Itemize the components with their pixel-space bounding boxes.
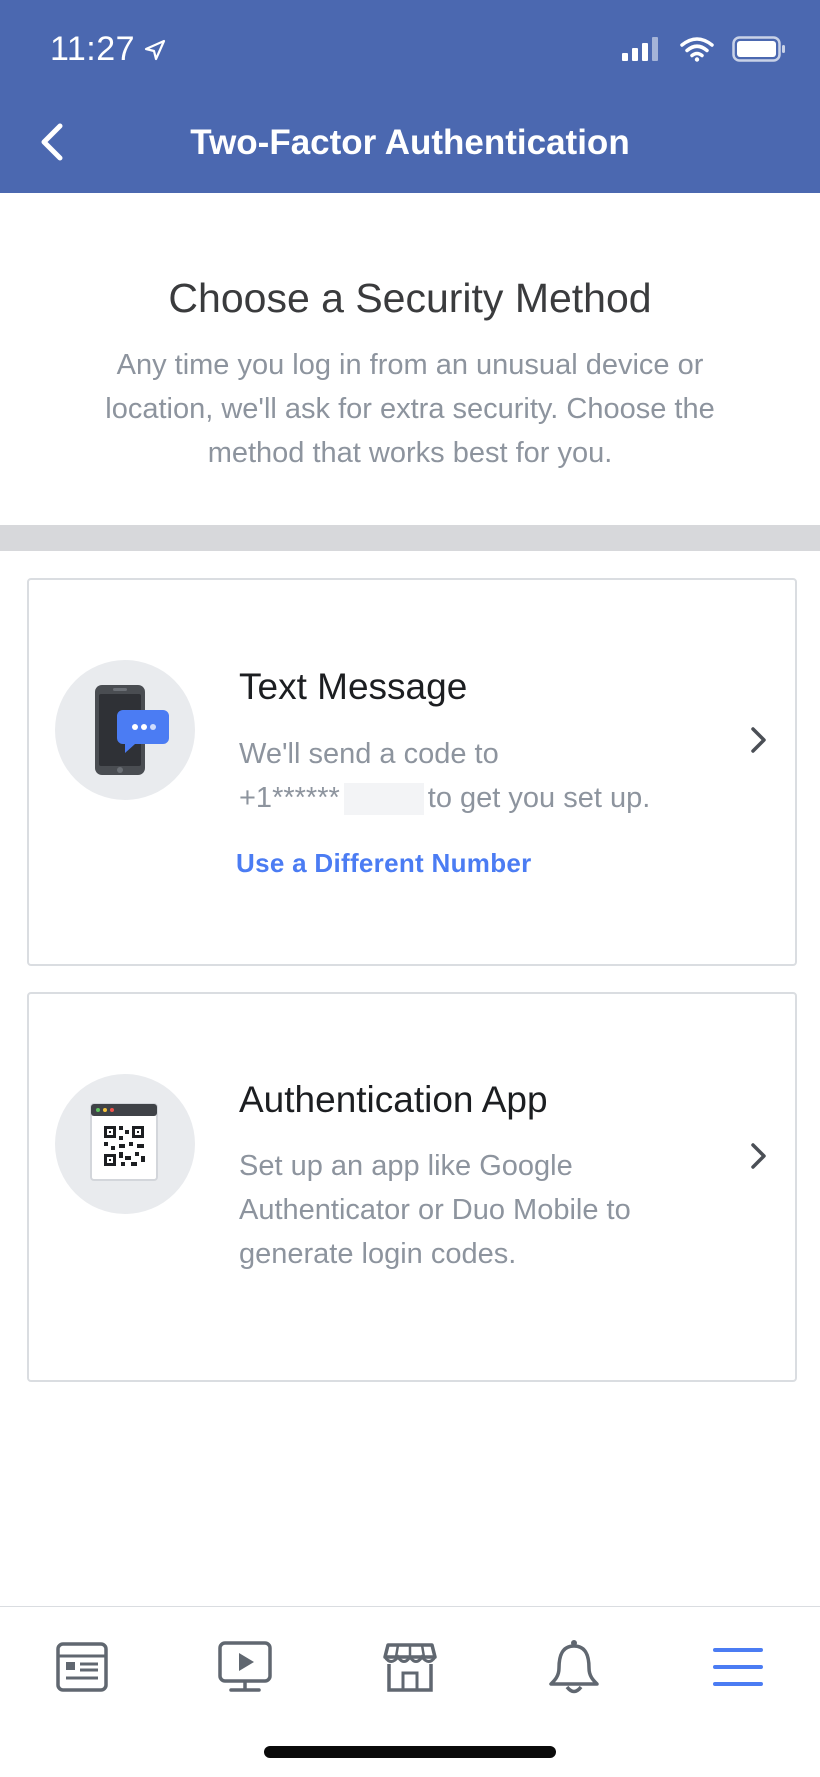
menu-icon <box>713 1648 763 1686</box>
text-message-desc-suffix: to get you set up. <box>427 782 651 814</box>
text-message-description: We'll send a code to +1****** to get you … <box>239 732 699 820</box>
text-message-option[interactable]: Text Message We'll send a code to +1****… <box>27 578 797 966</box>
signal-icon <box>622 37 658 61</box>
home-indicator[interactable] <box>264 1746 556 1758</box>
notifications-icon <box>549 1640 599 1694</box>
authentication-app-title: Authentication App <box>239 1079 548 1120</box>
news-feed-icon <box>56 1642 108 1692</box>
tab-menu[interactable] <box>698 1627 778 1707</box>
battery-icon <box>732 36 785 62</box>
section-description: Any time you log in from an unusual devi… <box>105 349 715 469</box>
location-arrow-icon <box>144 39 166 60</box>
status-time-text: 11:27 <box>50 30 136 68</box>
text-message-title: Text Message <box>239 666 468 707</box>
section-divider <box>0 525 820 551</box>
status-time: 11:27 <box>50 30 167 69</box>
top-bar: 11:27 Two-Factor Authentication <box>0 0 820 193</box>
tab-watch[interactable] <box>205 1627 285 1707</box>
wifi-icon <box>680 37 714 62</box>
authentication-app-option[interactable]: Authentication App Set up an app like Go… <box>27 992 797 1382</box>
section-title: Choose a Security Method <box>168 275 652 321</box>
phone-message-icon <box>55 660 195 800</box>
page-title: Two-Factor Authentication <box>190 123 630 162</box>
tab-marketplace[interactable] <box>370 1627 450 1707</box>
chevron-right-icon <box>751 1143 766 1169</box>
tab-notifications[interactable] <box>534 1627 614 1707</box>
chevron-right-icon <box>751 727 766 753</box>
masked-phone-number: +1****** <box>239 782 340 814</box>
tab-news-feed[interactable] <box>42 1627 122 1707</box>
watch-icon <box>218 1641 272 1692</box>
redacted-number-block <box>343 783 424 816</box>
authentication-app-description: Set up an app like Google Authenticator … <box>239 1150 631 1270</box>
text-message-desc-line1: We'll send a code to <box>239 738 499 770</box>
qr-code-app-icon <box>55 1074 195 1214</box>
marketplace-icon <box>383 1643 437 1692</box>
use-different-number-link[interactable]: Use a Different Number <box>236 848 532 879</box>
status-indicators <box>622 36 786 62</box>
